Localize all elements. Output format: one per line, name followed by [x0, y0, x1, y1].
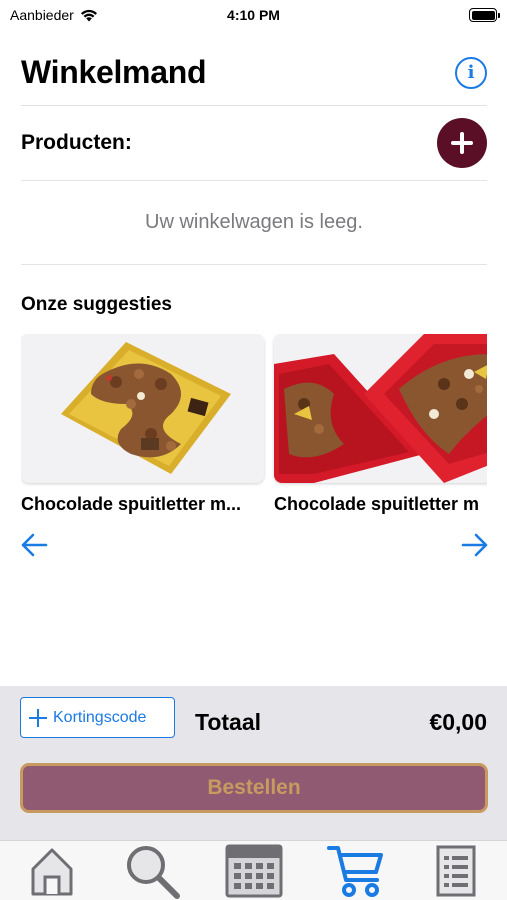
tab-calendar[interactable]: [224, 843, 284, 899]
coupon-code-label: Kortingscode: [53, 708, 147, 726]
wifi-icon: [80, 9, 97, 21]
suggestions-title: Onze suggesties: [21, 294, 172, 315]
search-icon: [127, 846, 180, 899]
page-title: Winkelmand: [21, 54, 207, 90]
tab-bar: [0, 840, 507, 900]
header: Winkelmand i: [21, 40, 487, 106]
empty-cart-message-row: Uw winkelwagen is leeg.: [21, 181, 487, 265]
suggestion-title[interactable]: Chocolade spuitletter m...: [21, 494, 264, 515]
arrow-left-icon[interactable]: [20, 532, 48, 558]
tab-list[interactable]: [426, 843, 486, 899]
calendar-icon: [225, 844, 283, 898]
info-icon: i: [467, 62, 475, 83]
list-icon: [436, 845, 476, 897]
suggestion-card[interactable]: Chocolade spuitletter m: [274, 334, 487, 515]
order-button-label: Bestellen: [207, 776, 301, 799]
suggestion-card[interactable]: Chocolade spuitletter m...: [21, 334, 264, 515]
order-summary: Kortingscode Totaal €0,00 Bestellen: [0, 686, 507, 840]
carrier-label: Aanbieder: [10, 7, 74, 23]
tab-home[interactable]: [22, 843, 82, 899]
add-product-button[interactable]: [437, 118, 487, 168]
plus-icon: [29, 709, 47, 727]
total-value: €0,00: [429, 709, 487, 735]
coupon-code-button[interactable]: Kortingscode: [20, 697, 175, 738]
battery-icon: [469, 8, 500, 22]
cart-icon: [327, 846, 383, 897]
suggestion-image-gold-box[interactable]: [21, 334, 264, 483]
tab-search[interactable]: [122, 843, 182, 899]
tab-cart[interactable]: [326, 843, 386, 899]
home-icon: [31, 848, 73, 896]
status-bar: Aanbieder 4:10 PM: [0, 0, 507, 30]
suggestions-carousel[interactable]: Chocolade spuitletter m... Chocolade spu…: [21, 334, 487, 524]
info-button[interactable]: i: [455, 56, 487, 89]
products-label: Producten:: [21, 131, 132, 154]
suggestion-image-red-box[interactable]: [274, 334, 487, 483]
total-label: Totaal: [195, 709, 262, 735]
status-left: Aanbieder: [10, 7, 98, 23]
empty-cart-message: Uw winkelwagen is leeg.: [145, 211, 363, 233]
suggestion-title[interactable]: Chocolade spuitletter m: [274, 494, 487, 515]
arrow-right-icon[interactable]: [461, 532, 489, 558]
order-button[interactable]: Bestellen: [20, 763, 488, 813]
products-row: Producten:: [21, 106, 487, 181]
